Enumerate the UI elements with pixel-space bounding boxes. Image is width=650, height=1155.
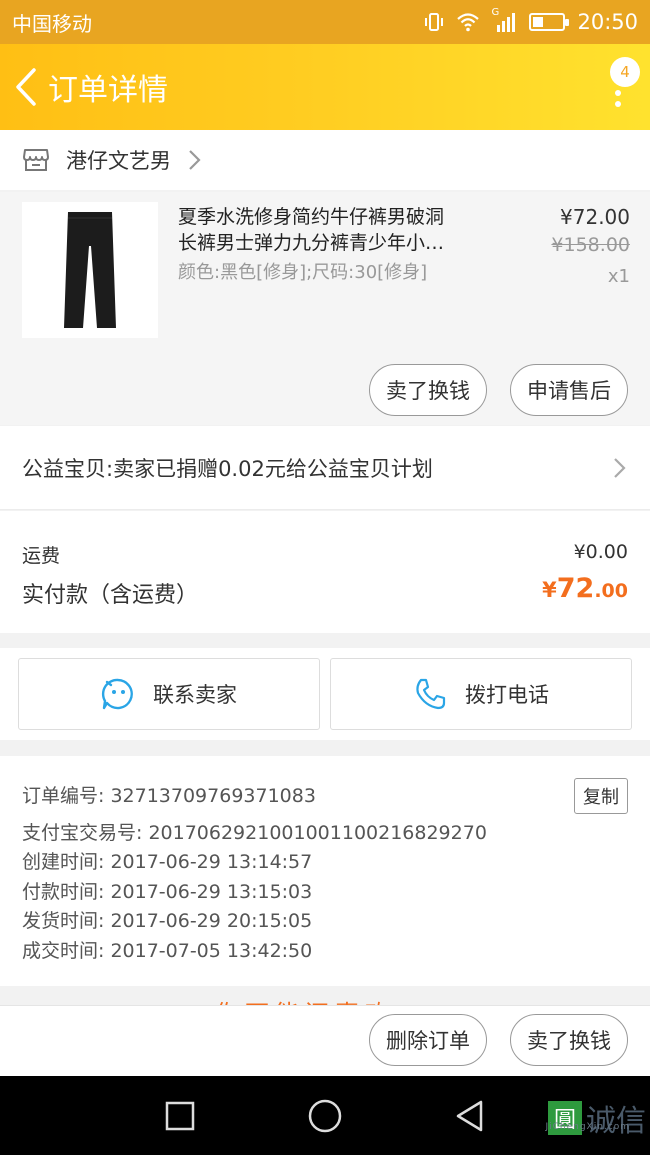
phone-icon	[416, 678, 446, 710]
resell-bottom-button[interactable]: 卖了换钱	[510, 1014, 628, 1066]
more-menu-button[interactable]: 4	[600, 57, 640, 117]
status-bar: 中国移动 G 20:50	[0, 0, 650, 44]
page-title: 订单详情	[48, 73, 168, 108]
created-time: 创建时间: 2017-06-29 13:14:57	[22, 851, 313, 873]
recent-apps-button[interactable]	[160, 1096, 200, 1136]
status-icons: G 20:50	[423, 7, 638, 34]
chevron-right-icon	[614, 457, 626, 478]
watermark-subtext: JiChengXin.com	[545, 1122, 630, 1132]
square-icon	[165, 1101, 195, 1131]
circle-icon	[308, 1099, 342, 1133]
shipping-value: ¥0.00	[573, 541, 628, 563]
carrier-name: 中国移动	[12, 11, 92, 36]
recommendations-header: 你可能还喜欢	[0, 986, 650, 1006]
more-dot-icon	[615, 90, 621, 96]
shop-row[interactable]: 港仔文艺男	[0, 130, 650, 190]
battery-icon	[529, 13, 570, 31]
product-image[interactable]	[22, 202, 158, 338]
product-sku: 颜色:黑色[修身];尺码:30[修身]	[178, 262, 428, 283]
chevron-right-icon	[189, 150, 201, 170]
notification-badge: 4	[610, 57, 640, 87]
home-button[interactable]	[305, 1096, 345, 1136]
chat-face-icon	[101, 678, 133, 710]
signal-icon: G	[491, 7, 517, 33]
contact-seller-button[interactable]: 联系卖家	[18, 658, 320, 730]
clock: 20:50	[577, 10, 638, 34]
shop-name: 港仔文艺男	[66, 149, 171, 173]
system-back-button[interactable]	[450, 1096, 490, 1136]
network-type: G	[491, 7, 500, 18]
wifi-icon	[457, 13, 480, 32]
contact-seller-label: 联系卖家	[153, 683, 237, 707]
product-title-line2: 长裤男士弹力九分裤青少年小…	[178, 232, 445, 254]
paid-currency: ¥	[542, 578, 557, 602]
system-nav-bar: 圓 诚信 JiChengXin.com	[0, 1076, 650, 1155]
paid-label: 实付款（含运费）	[22, 583, 199, 608]
completed-time: 成交时间: 2017-07-05 13:42:50	[22, 939, 313, 962]
shipping-label: 运费	[22, 545, 61, 567]
product-card[interactable]: 夏季水洗修身简约牛仔裤男破洞 长裤男士弹力九分裤青少年小… 颜色:黑色[修身];…	[0, 192, 650, 425]
paid-amount: ¥72.00	[542, 573, 628, 604]
alipay-trade-number: 支付宝交易号: 2017062921001001100216829270	[22, 821, 487, 844]
back-arrow-icon	[16, 68, 36, 106]
product-title: 夏季水洗修身简约牛仔裤男破洞 长裤男士弹力九分裤青少年小…	[178, 204, 488, 256]
call-label: 拨打电话	[465, 683, 549, 707]
totals-section: 运费 ¥0.00 实付款（含运费） ¥72.00	[0, 511, 650, 633]
resell-button[interactable]: 卖了换钱	[369, 364, 487, 416]
shop-icon	[23, 149, 49, 171]
jeans-image	[64, 212, 116, 328]
vibrate-icon	[425, 13, 444, 31]
copy-button[interactable]: 复制	[574, 778, 628, 814]
product-original-price: ¥158.00	[551, 234, 630, 256]
shipped-time: 发货时间: 2017-06-29 20:15:05	[22, 910, 313, 932]
more-dot-icon	[615, 101, 621, 107]
paid-time: 付款时间: 2017-06-29 13:15:03	[22, 880, 313, 903]
charity-text: 公益宝贝:卖家已捐赠0.02元给公益宝贝计划	[22, 456, 433, 481]
product-quantity: x1	[607, 266, 630, 287]
call-button[interactable]: 拨打电话	[330, 658, 632, 730]
order-info-section: 订单编号: 32713709769371083 支付宝交易号: 20170629…	[0, 756, 650, 986]
paid-dec: .00	[594, 580, 628, 602]
nav-bar: 订单详情 4	[0, 44, 650, 130]
triangle-back-icon	[456, 1100, 483, 1132]
after-sale-button[interactable]: 申请售后	[510, 364, 628, 416]
contact-section: 联系卖家 拨打电话	[0, 648, 650, 740]
watermark-logo: 圓 诚信	[548, 1096, 646, 1140]
charity-row[interactable]: 公益宝贝:卖家已捐赠0.02元给公益宝贝计划	[0, 426, 650, 510]
order-number: 订单编号: 32713709769371083	[22, 785, 316, 807]
back-button[interactable]	[14, 67, 44, 107]
watermark-text: 诚信	[586, 1104, 646, 1139]
product-title-line1: 夏季水洗修身简约牛仔裤男破洞	[178, 206, 445, 228]
paid-int: 72	[556, 573, 595, 604]
bottom-action-bar: 删除订单 卖了换钱	[0, 1005, 650, 1076]
delete-order-button[interactable]: 删除订单	[369, 1014, 487, 1066]
product-price: ¥72.00	[560, 205, 630, 229]
